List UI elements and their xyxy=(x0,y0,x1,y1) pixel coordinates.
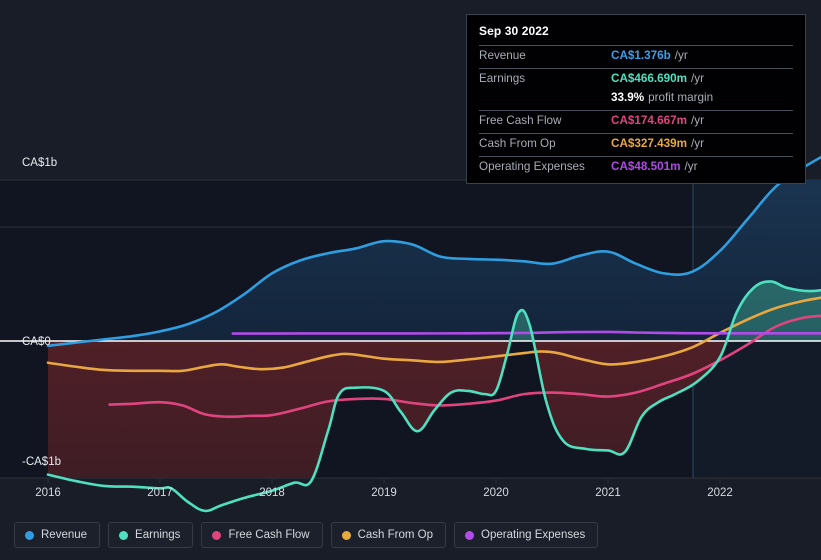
legend-item-label: Cash From Op xyxy=(357,529,434,541)
tooltip-profit-margin-label: profit margin xyxy=(648,91,714,104)
x-axis-tick-label: 2018 xyxy=(259,487,285,499)
tooltip-row-value: CA$174.667m xyxy=(611,114,688,127)
x-axis-tick-label: 2016 xyxy=(35,487,61,499)
financial-chart: CA$1b CA$0 -CA$1b 2016 2017 2018 2019 2020 2021 2… xyxy=(0,0,821,560)
legend-item-operating-expenses[interactable]: Operating Expenses xyxy=(454,522,599,548)
tooltip-row-label: Free Cash Flow xyxy=(479,114,562,127)
tooltip-row: Free Cash Flow CA$174.667m/yr xyxy=(479,110,793,133)
tooltip-row-unit: /yr xyxy=(691,114,705,127)
chart-tooltip: Sep 30 2022 Revenue CA$1.376b/yr Earnings C… xyxy=(466,14,806,184)
tooltip-row-unit: /yr xyxy=(674,49,688,62)
x-axis-tick-label: 2019 xyxy=(371,487,397,499)
tooltip-date: Sep 30 2022 xyxy=(479,24,549,38)
x-axis-tick-label: 2020 xyxy=(483,487,509,499)
x-axis-tick-label: 2021 xyxy=(595,487,621,499)
legend-color-swatch-icon xyxy=(465,530,475,540)
legend-item-revenue[interactable]: Revenue xyxy=(14,522,101,548)
legend-item-label: Free Cash Flow xyxy=(228,529,310,541)
tooltip-row: Revenue CA$1.376b/yr xyxy=(479,45,793,68)
legend-item-label: Earnings xyxy=(135,529,181,541)
legend-color-swatch-icon xyxy=(341,530,351,540)
tooltip-row-label: Cash From Op xyxy=(479,137,556,150)
tooltip-row-value: CA$466.690m xyxy=(611,72,688,85)
tooltip-row-label: Revenue xyxy=(479,49,526,62)
legend-item-cash-from-op[interactable]: Cash From Op xyxy=(330,522,447,548)
legend-item-label: Operating Expenses xyxy=(481,529,586,541)
legend-item-free-cash-flow[interactable]: Free Cash Flow xyxy=(201,522,323,548)
y-axis-tick-label: CA$0 xyxy=(22,336,51,348)
tooltip-row-value: CA$48.501m xyxy=(611,160,681,173)
tooltip-profit-margin-row: 33.9% profit margin xyxy=(479,91,793,110)
chart-legend: Revenue Earnings Free Cash Flow Cash From O… xyxy=(14,522,599,548)
tooltip-row-unit: /yr xyxy=(691,72,705,85)
tooltip-profit-margin-value: 33.9% xyxy=(611,91,645,104)
tooltip-row-unit: /yr xyxy=(684,160,698,173)
tooltip-row: Earnings CA$466.690m/yr xyxy=(479,68,793,91)
legend-item-earnings[interactable]: Earnings xyxy=(108,522,194,548)
y-axis-tick-label: CA$1b xyxy=(22,157,57,169)
tooltip-rows: Revenue CA$1.376b/yr Earnings CA$466.690m/y… xyxy=(479,45,793,179)
legend-color-swatch-icon xyxy=(119,530,129,540)
legend-color-swatch-icon xyxy=(25,530,34,540)
legend-color-swatch-icon xyxy=(212,530,222,540)
series-operating-expenses xyxy=(231,330,821,335)
tooltip-row-value: CA$327.439m xyxy=(611,137,688,150)
tooltip-row-unit: /yr xyxy=(691,137,705,150)
x-axis-tick-label: 2022 xyxy=(707,487,733,499)
tooltip-row-label: Operating Expenses xyxy=(479,160,585,173)
tooltip-row: Cash From Op CA$327.439m/yr xyxy=(479,133,793,156)
x-axis-tick-label: 2017 xyxy=(147,487,173,499)
tooltip-row-value: CA$1.376b xyxy=(611,49,671,62)
tooltip-row: Operating Expenses CA$48.501m/yr xyxy=(479,156,793,179)
tooltip-row-label: Earnings xyxy=(479,72,526,85)
legend-item-label: Revenue xyxy=(41,529,88,541)
y-axis-tick-label: -CA$1b xyxy=(22,456,61,468)
